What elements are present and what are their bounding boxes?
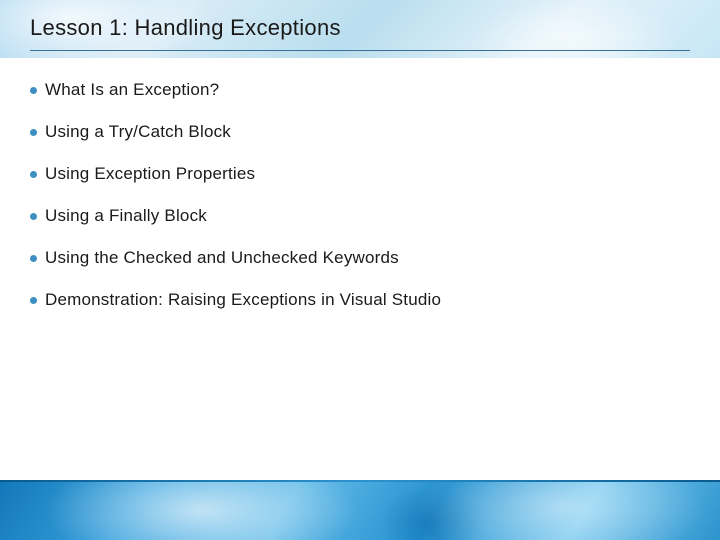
slide-title: Lesson 1: Handling Exceptions — [30, 15, 341, 41]
list-item-text: What Is an Exception? — [45, 80, 219, 100]
footer-ribbon — [0, 480, 720, 540]
list-item-text: Using Exception Properties — [45, 164, 255, 184]
content-list: What Is an Exception? Using a Try/Catch … — [30, 80, 690, 332]
list-item: Demonstration: Raising Exceptions in Vis… — [30, 290, 690, 310]
list-item-text: Using a Finally Block — [45, 206, 207, 226]
title-underline — [30, 50, 690, 51]
list-item-text: Using the Checked and Unchecked Keywords — [45, 248, 399, 268]
list-item: Using Exception Properties — [30, 164, 690, 184]
bullet-icon — [30, 213, 37, 220]
bullet-icon — [30, 129, 37, 136]
list-item: What Is an Exception? — [30, 80, 690, 100]
bullet-icon — [30, 255, 37, 262]
list-item-text: Demonstration: Raising Exceptions in Vis… — [45, 290, 441, 310]
list-item: Using the Checked and Unchecked Keywords — [30, 248, 690, 268]
list-item: Using a Try/Catch Block — [30, 122, 690, 142]
bullet-icon — [30, 87, 37, 94]
list-item: Using a Finally Block — [30, 206, 690, 226]
list-item-text: Using a Try/Catch Block — [45, 122, 231, 142]
bullet-icon — [30, 171, 37, 178]
bullet-icon — [30, 297, 37, 304]
slide: Lesson 1: Handling Exceptions What Is an… — [0, 0, 720, 540]
